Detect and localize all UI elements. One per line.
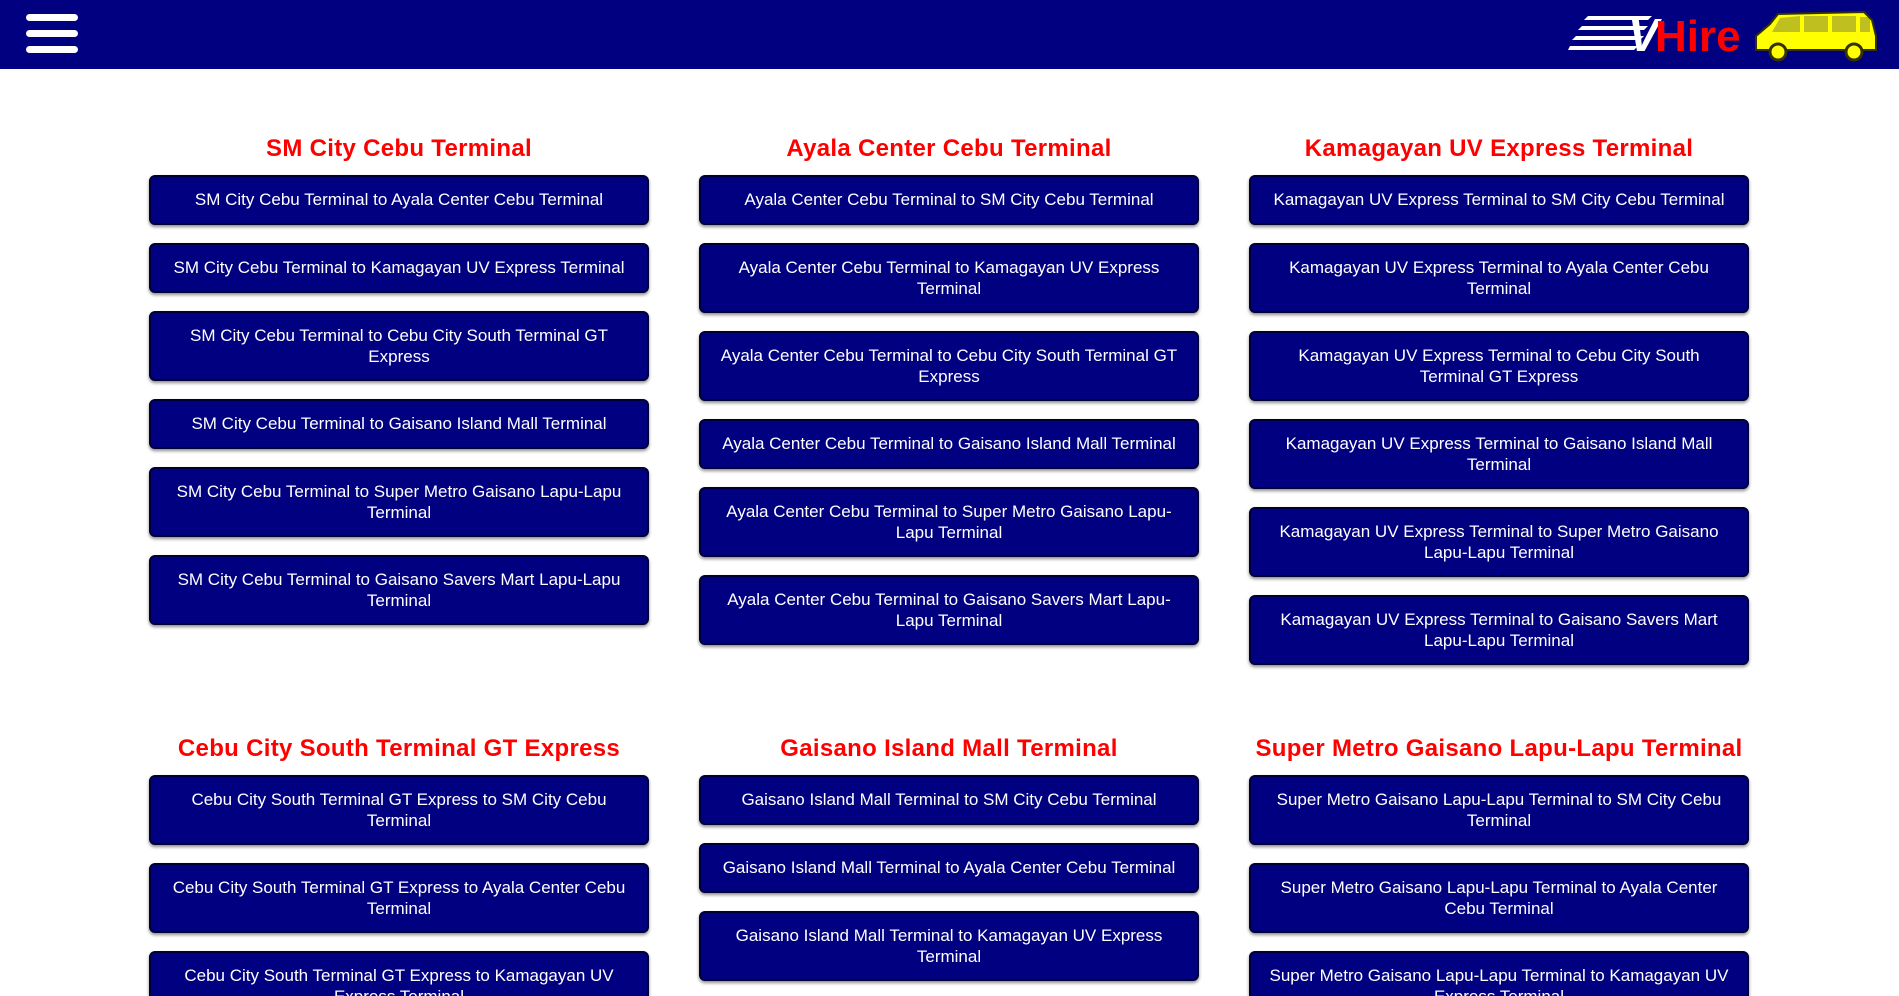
route-button[interactable]: Super Metro Gaisano Lapu-Lapu Terminal t… xyxy=(1249,775,1749,845)
route-button[interactable]: SM City Cebu Terminal to Kamagayan UV Ex… xyxy=(149,243,649,293)
route-button[interactable]: SM City Cebu Terminal to Super Metro Gai… xyxy=(149,467,649,537)
route-button[interactable]: Super Metro Gaisano Lapu-Lapu Terminal t… xyxy=(1249,951,1749,996)
route-button[interactable]: Kamagayan UV Express Terminal to Ayala C… xyxy=(1249,243,1749,313)
terminal-column: Cebu City South Terminal GT Express Cebu… xyxy=(149,729,649,996)
terminal-title: Super Metro Gaisano Lapu-Lapu Terminal xyxy=(1255,735,1743,762)
terminal-title: Gaisano Island Mall Terminal xyxy=(780,735,1118,762)
route-button[interactable]: Ayala Center Cebu Terminal to Kamagayan … xyxy=(699,243,1199,313)
terminal-column: Gaisano Island Mall Terminal Gaisano Isl… xyxy=(699,729,1199,996)
route-button[interactable]: Ayala Center Cebu Terminal to Gaisano Sa… xyxy=(699,575,1199,645)
terminal-column: Ayala Center Cebu Terminal Ayala Center … xyxy=(699,129,1199,663)
route-button[interactable]: Kamagayan UV Express Terminal to Cebu Ci… xyxy=(1249,331,1749,401)
terminal-title: SM City Cebu Terminal xyxy=(266,135,532,162)
route-button[interactable]: Kamagayan UV Express Terminal to Gaisano… xyxy=(1249,419,1749,489)
logo-text: Hire xyxy=(1655,12,1741,61)
route-button[interactable]: Super Metro Gaisano Lapu-Lapu Terminal t… xyxy=(1249,863,1749,933)
route-button[interactable]: Cebu City South Terminal GT Express to K… xyxy=(149,951,649,996)
route-button[interactable]: Cebu City South Terminal GT Express to S… xyxy=(149,775,649,845)
terminal-title: Kamagayan UV Express Terminal xyxy=(1304,135,1694,162)
terminal-title: Ayala Center Cebu Terminal xyxy=(786,135,1112,162)
route-button[interactable]: SM City Cebu Terminal to Gaisano Savers … xyxy=(149,555,649,625)
terminal-title: Cebu City South Terminal GT Express xyxy=(177,735,621,762)
route-button[interactable]: Kamagayan UV Express Terminal to Super M… xyxy=(1249,507,1749,577)
route-button[interactable]: Ayala Center Cebu Terminal to Cebu City … xyxy=(699,331,1199,401)
vhire-logo[interactable]: V Hire xyxy=(1568,6,1880,64)
route-button[interactable]: Ayala Center Cebu Terminal to Gaisano Is… xyxy=(699,419,1199,469)
top-navbar: V Hire xyxy=(0,0,1899,69)
hamburger-menu-icon[interactable] xyxy=(26,11,78,55)
route-button[interactable]: Gaisano Island Mall Terminal to SM City … xyxy=(699,775,1199,825)
route-button[interactable]: Kamagayan UV Express Terminal to SM City… xyxy=(1249,175,1749,225)
route-button[interactable]: SM City Cebu Terminal to Gaisano Island … xyxy=(149,399,649,449)
routes-content: SM City Cebu Terminal SM City Cebu Termi… xyxy=(0,69,1899,996)
route-button[interactable]: Kamagayan UV Express Terminal to Gaisano… xyxy=(1249,595,1749,665)
route-button[interactable]: SM City Cebu Terminal to Ayala Center Ce… xyxy=(149,175,649,225)
route-button[interactable]: SM City Cebu Terminal to Cebu City South… xyxy=(149,311,649,381)
route-button[interactable]: Cebu City South Terminal GT Express to A… xyxy=(149,863,649,933)
terminal-column: Kamagayan UV Express Terminal Kamagayan … xyxy=(1249,129,1749,683)
van-icon xyxy=(1755,10,1877,62)
route-button[interactable]: Gaisano Island Mall Terminal to Kamagaya… xyxy=(699,911,1199,981)
route-button[interactable]: Gaisano Island Mall Terminal to Ayala Ce… xyxy=(699,843,1199,893)
route-button[interactable]: Ayala Center Cebu Terminal to Super Metr… xyxy=(699,487,1199,557)
route-button[interactable]: Ayala Center Cebu Terminal to SM City Ce… xyxy=(699,175,1199,225)
terminal-column: Super Metro Gaisano Lapu-Lapu Terminal S… xyxy=(1249,729,1749,996)
terminal-column: SM City Cebu Terminal SM City Cebu Termi… xyxy=(149,129,649,643)
